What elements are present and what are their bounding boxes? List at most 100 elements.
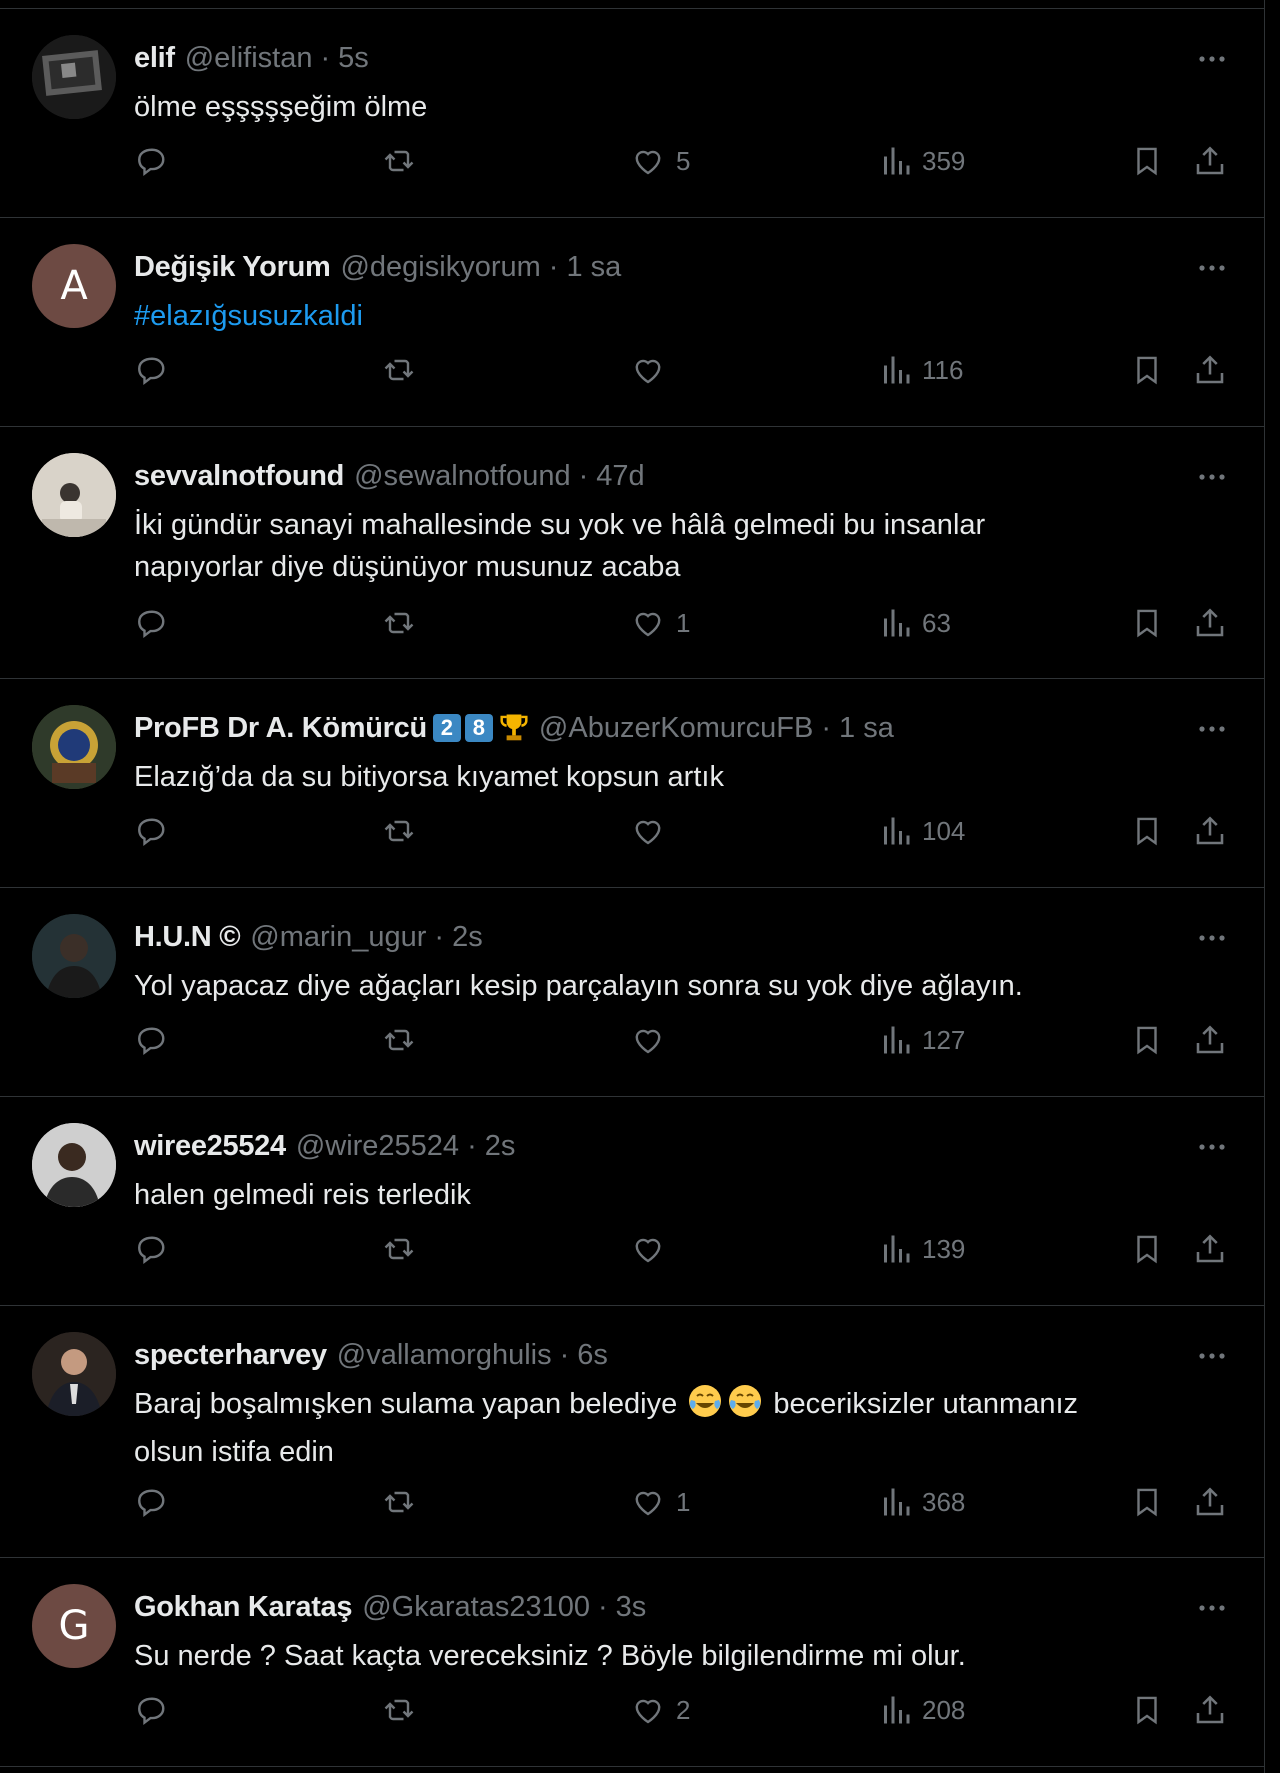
tweet-gkaratas23100[interactable]: G Gokhan Karataş @Gkaratas23100 · 3s Su … [0,1558,1264,1767]
more-icon[interactable] [1194,1598,1230,1618]
bookmark-button[interactable] [1130,1227,1164,1271]
reply-button[interactable] [134,1227,180,1271]
like-button[interactable]: 1 [630,601,690,645]
tweet-wire25524[interactable]: wiree25524 @wire25524 · 2s halen gelmedi… [0,1097,1264,1306]
timestamp[interactable]: 1 sa [566,251,621,284]
hashtag-link[interactable]: #elazığsusuzkaldi [134,300,363,332]
user-handle[interactable]: @vallamorghulis [337,1339,552,1372]
reply-button[interactable] [134,1688,180,1732]
avatar[interactable]: G [32,1584,116,1668]
share-button[interactable] [1192,809,1228,853]
avatar[interactable] [32,1123,116,1207]
views-button[interactable]: 116 [880,348,963,392]
retweet-button[interactable] [380,139,428,183]
display-name[interactable]: H.U.N © [134,921,241,954]
avatar[interactable] [32,453,116,537]
timestamp[interactable]: 3s [616,1591,647,1624]
retweet-button[interactable] [380,348,428,392]
timestamp[interactable]: 47d [596,460,644,493]
views-button[interactable]: 63 [880,601,951,645]
avatar[interactable] [32,1332,116,1416]
share-button[interactable] [1192,1227,1228,1271]
user-handle[interactable]: @sewalnotfound [354,460,570,493]
views-button[interactable]: 208 [880,1688,965,1732]
tweet-specterharvey[interactable]: specterharvey @vallamorghulis · 6s Baraj… [0,1306,1264,1558]
views-button[interactable]: 127 [880,1018,965,1062]
user-handle[interactable]: @AbuzerKomurcuFB [539,712,813,745]
share-button[interactable] [1192,139,1228,183]
display-name[interactable]: elif [134,42,175,75]
tweet-elif[interactable]: elif @elifistan · 5s ölme eşşşşşeğim ölm… [0,9,1264,218]
separator: · [597,1590,608,1623]
user-handle[interactable]: @wire25524 [296,1130,459,1163]
bookmark-button[interactable] [1130,601,1164,645]
more-icon[interactable] [1194,928,1230,948]
timestamp[interactable]: 6s [577,1339,608,1372]
timestamp[interactable]: 1 sa [839,712,894,745]
share-button[interactable] [1192,1018,1228,1062]
user-handle[interactable]: @Gkaratas23100 [362,1591,590,1624]
display-name[interactable]: wiree25524 [134,1130,286,1163]
bookmark-button[interactable] [1130,1018,1164,1062]
retweet-button[interactable] [380,1227,428,1271]
tweet-sevvalnotfound[interactable]: sevvalnotfound @sewalnotfound · 47d İki … [0,427,1264,679]
views-button[interactable]: 139 [880,1227,965,1271]
tweet-abuzerkomurcu[interactable]: ProFB Dr A. Kömürcü 2 8 @AbuzerKomurcuFB… [0,679,1264,888]
bookmark-button[interactable] [1130,809,1164,853]
avatar[interactable] [32,914,116,998]
reply-icon [134,1231,170,1267]
like-button[interactable]: 2 [630,1688,690,1732]
reply-button[interactable] [134,1018,180,1062]
reply-button[interactable] [134,809,180,853]
bookmark-button[interactable] [1130,348,1164,392]
display-name[interactable]: Değişik Yorum [134,251,331,284]
avatar[interactable]: A [32,244,116,328]
share-button[interactable] [1192,348,1228,392]
bookmark-button[interactable] [1130,1688,1164,1732]
retweet-button[interactable] [380,1688,428,1732]
timestamp[interactable]: 5s [338,42,369,75]
user-handle[interactable]: @elifistan [185,42,313,75]
avatar[interactable] [32,35,116,119]
reply-button[interactable] [134,601,180,645]
display-name[interactable]: specterharvey [134,1339,327,1372]
share-button[interactable] [1192,1480,1228,1524]
like-button[interactable] [630,1227,676,1271]
views-icon [880,352,912,388]
reply-button[interactable] [134,1480,180,1524]
display-name[interactable]: sevvalnotfound [134,460,344,493]
bookmark-button[interactable] [1130,1480,1164,1524]
display-name[interactable]: ProFB Dr A. Kömürcü [134,712,427,745]
like-button[interactable]: 1 [630,1480,690,1524]
display-name[interactable]: Gokhan Karataş [134,1591,353,1624]
more-icon[interactable] [1194,49,1230,69]
like-button[interactable] [630,348,676,392]
more-icon[interactable] [1194,1137,1230,1157]
tweet-degisik-yorum[interactable]: A Değişik Yorum @degisikyorum · 1 sa #el… [0,218,1264,427]
views-button[interactable]: 368 [880,1480,965,1524]
timestamp[interactable]: 2s [452,921,483,954]
like-button[interactable] [630,1018,676,1062]
more-icon[interactable] [1194,1346,1230,1366]
more-icon[interactable] [1194,467,1230,487]
share-button[interactable] [1192,601,1228,645]
reply-button[interactable] [134,139,180,183]
tweet-marin-ugur[interactable]: H.U.N © @marin_ugur · 2s Yol yapacaz diy… [0,888,1264,1097]
views-button[interactable]: 359 [880,139,965,183]
more-icon[interactable] [1194,719,1230,739]
avatar[interactable] [32,705,116,789]
user-handle[interactable]: @degisikyorum [340,251,540,284]
retweet-button[interactable] [380,809,428,853]
retweet-button[interactable] [380,1018,428,1062]
reply-button[interactable] [134,348,180,392]
bookmark-button[interactable] [1130,139,1164,183]
like-button[interactable]: 5 [630,139,690,183]
retweet-button[interactable] [380,601,428,645]
timestamp[interactable]: 2s [485,1130,516,1163]
views-button[interactable]: 104 [880,809,965,853]
retweet-button[interactable] [380,1480,428,1524]
like-button[interactable] [630,809,676,853]
more-icon[interactable] [1194,258,1230,278]
user-handle[interactable]: @marin_ugur [250,921,426,954]
share-button[interactable] [1192,1688,1228,1732]
